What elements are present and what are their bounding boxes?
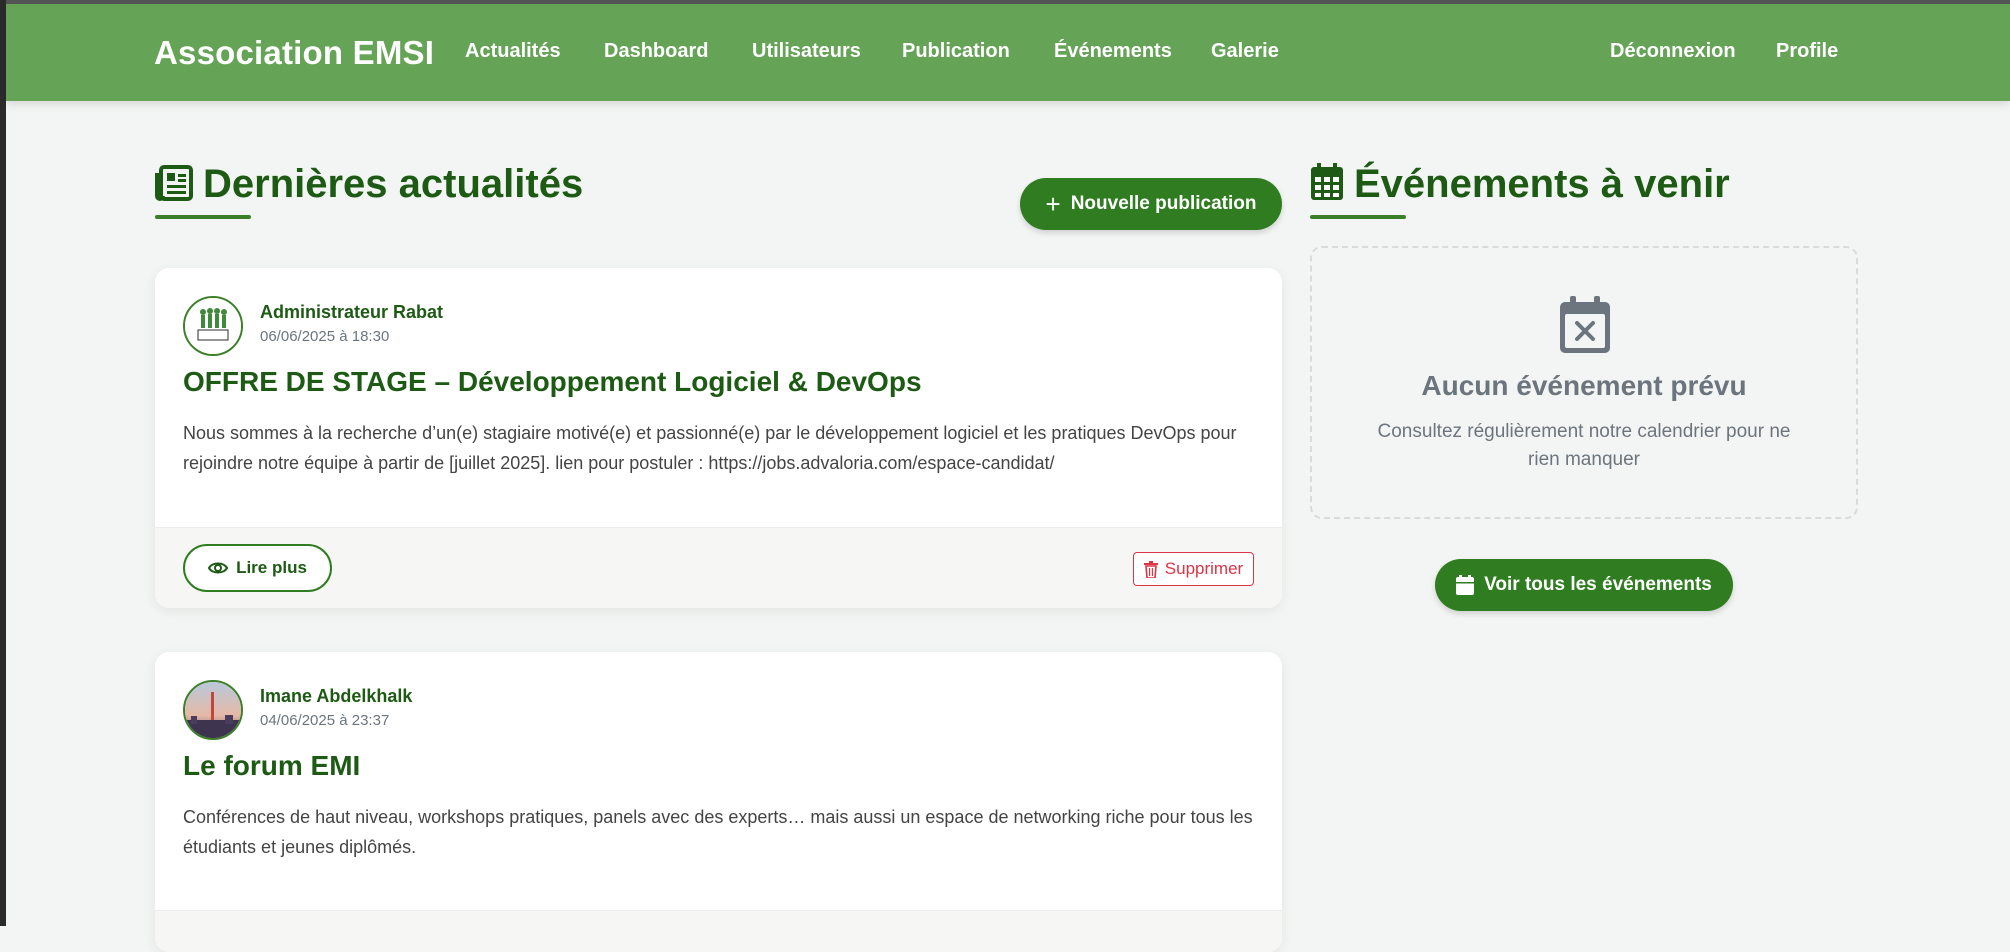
nav-link-actualites[interactable]: Actualités: [465, 40, 561, 63]
read-more-label: Lire plus: [236, 558, 307, 577]
window-left-border: [0, 0, 6, 926]
nav-link-publication[interactable]: Publication: [902, 40, 1010, 63]
events-title-underline: [1310, 215, 1406, 219]
nav-link-evenements[interactable]: Événements: [1054, 40, 1172, 63]
events-section-title-text: Événements à venir: [1354, 162, 1730, 206]
post-card-footer: [155, 910, 1282, 952]
events-empty-title: Aucun événement prévu: [1421, 370, 1747, 401]
news-section-title: Dernières actualités: [155, 162, 583, 211]
eye-icon: [208, 562, 229, 574]
newspaper-icon: [155, 165, 193, 211]
navbar: Association EMSI Actualités Dashboard Ut…: [6, 4, 2010, 101]
trash-icon: [1143, 560, 1158, 578]
calendar-icon: [1456, 575, 1475, 595]
delete-button[interactable]: Supprimer: [1133, 552, 1254, 586]
read-more-button[interactable]: Lire plus: [183, 544, 332, 592]
post-title[interactable]: OFFRE DE STAGE – Développement Logiciel …: [183, 366, 922, 398]
nav-link-deconnexion[interactable]: Déconnexion: [1610, 40, 1736, 63]
view-all-events-button[interactable]: Voir tous les événements: [1435, 559, 1733, 611]
post-title[interactable]: Le forum EMI: [183, 750, 360, 782]
post-excerpt: Nous sommes à la recherche d’un(e) stagi…: [183, 423, 1237, 473]
nav-link-galerie[interactable]: Galerie: [1211, 40, 1279, 63]
post-card: Administrateur Rabat 06/06/2025 à 18:30 …: [155, 268, 1282, 608]
calendar-icon: [1310, 163, 1344, 211]
events-section-title: Événements à venir: [1310, 162, 1730, 211]
news-title-underline: [155, 215, 251, 219]
events-empty-state: Aucun événement prévu Consultez régulièr…: [1310, 246, 1858, 519]
new-publication-label: Nouvelle publication: [1070, 193, 1257, 214]
author-avatar[interactable]: [183, 296, 243, 356]
events-empty-text: Consultez régulièrement notre calendrier…: [1377, 421, 1791, 470]
post-date: 06/06/2025 à 18:30: [260, 328, 390, 345]
author-avatar[interactable]: [183, 680, 243, 740]
nav-link-profile[interactable]: Profile: [1776, 40, 1838, 63]
post-excerpt: Conférences de haut niveau, workshops pr…: [183, 807, 1253, 857]
post-author[interactable]: Imane Abdelkhalk: [260, 686, 412, 707]
delete-label: Supprimer: [1164, 559, 1244, 578]
nav-link-dashboard[interactable]: Dashboard: [604, 40, 708, 63]
post-card: Imane Abdelkhalk 04/06/2025 à 23:37 Le f…: [155, 652, 1282, 952]
calendar-x-icon: [1559, 296, 1611, 359]
post-card-footer: Lire plus Supprimer: [155, 527, 1282, 608]
brand-logo-text[interactable]: Association EMSI: [154, 34, 434, 72]
view-all-events-label: Voir tous les événements: [1484, 574, 1712, 595]
nav-link-utilisateurs[interactable]: Utilisateurs: [752, 40, 861, 63]
news-section-title-text: Dernières actualités: [203, 162, 584, 206]
plus-icon: +: [1045, 189, 1061, 219]
post-author[interactable]: Administrateur Rabat: [260, 302, 443, 323]
new-publication-button[interactable]: + Nouvelle publication: [1020, 178, 1282, 230]
post-date: 04/06/2025 à 23:37: [260, 712, 390, 729]
